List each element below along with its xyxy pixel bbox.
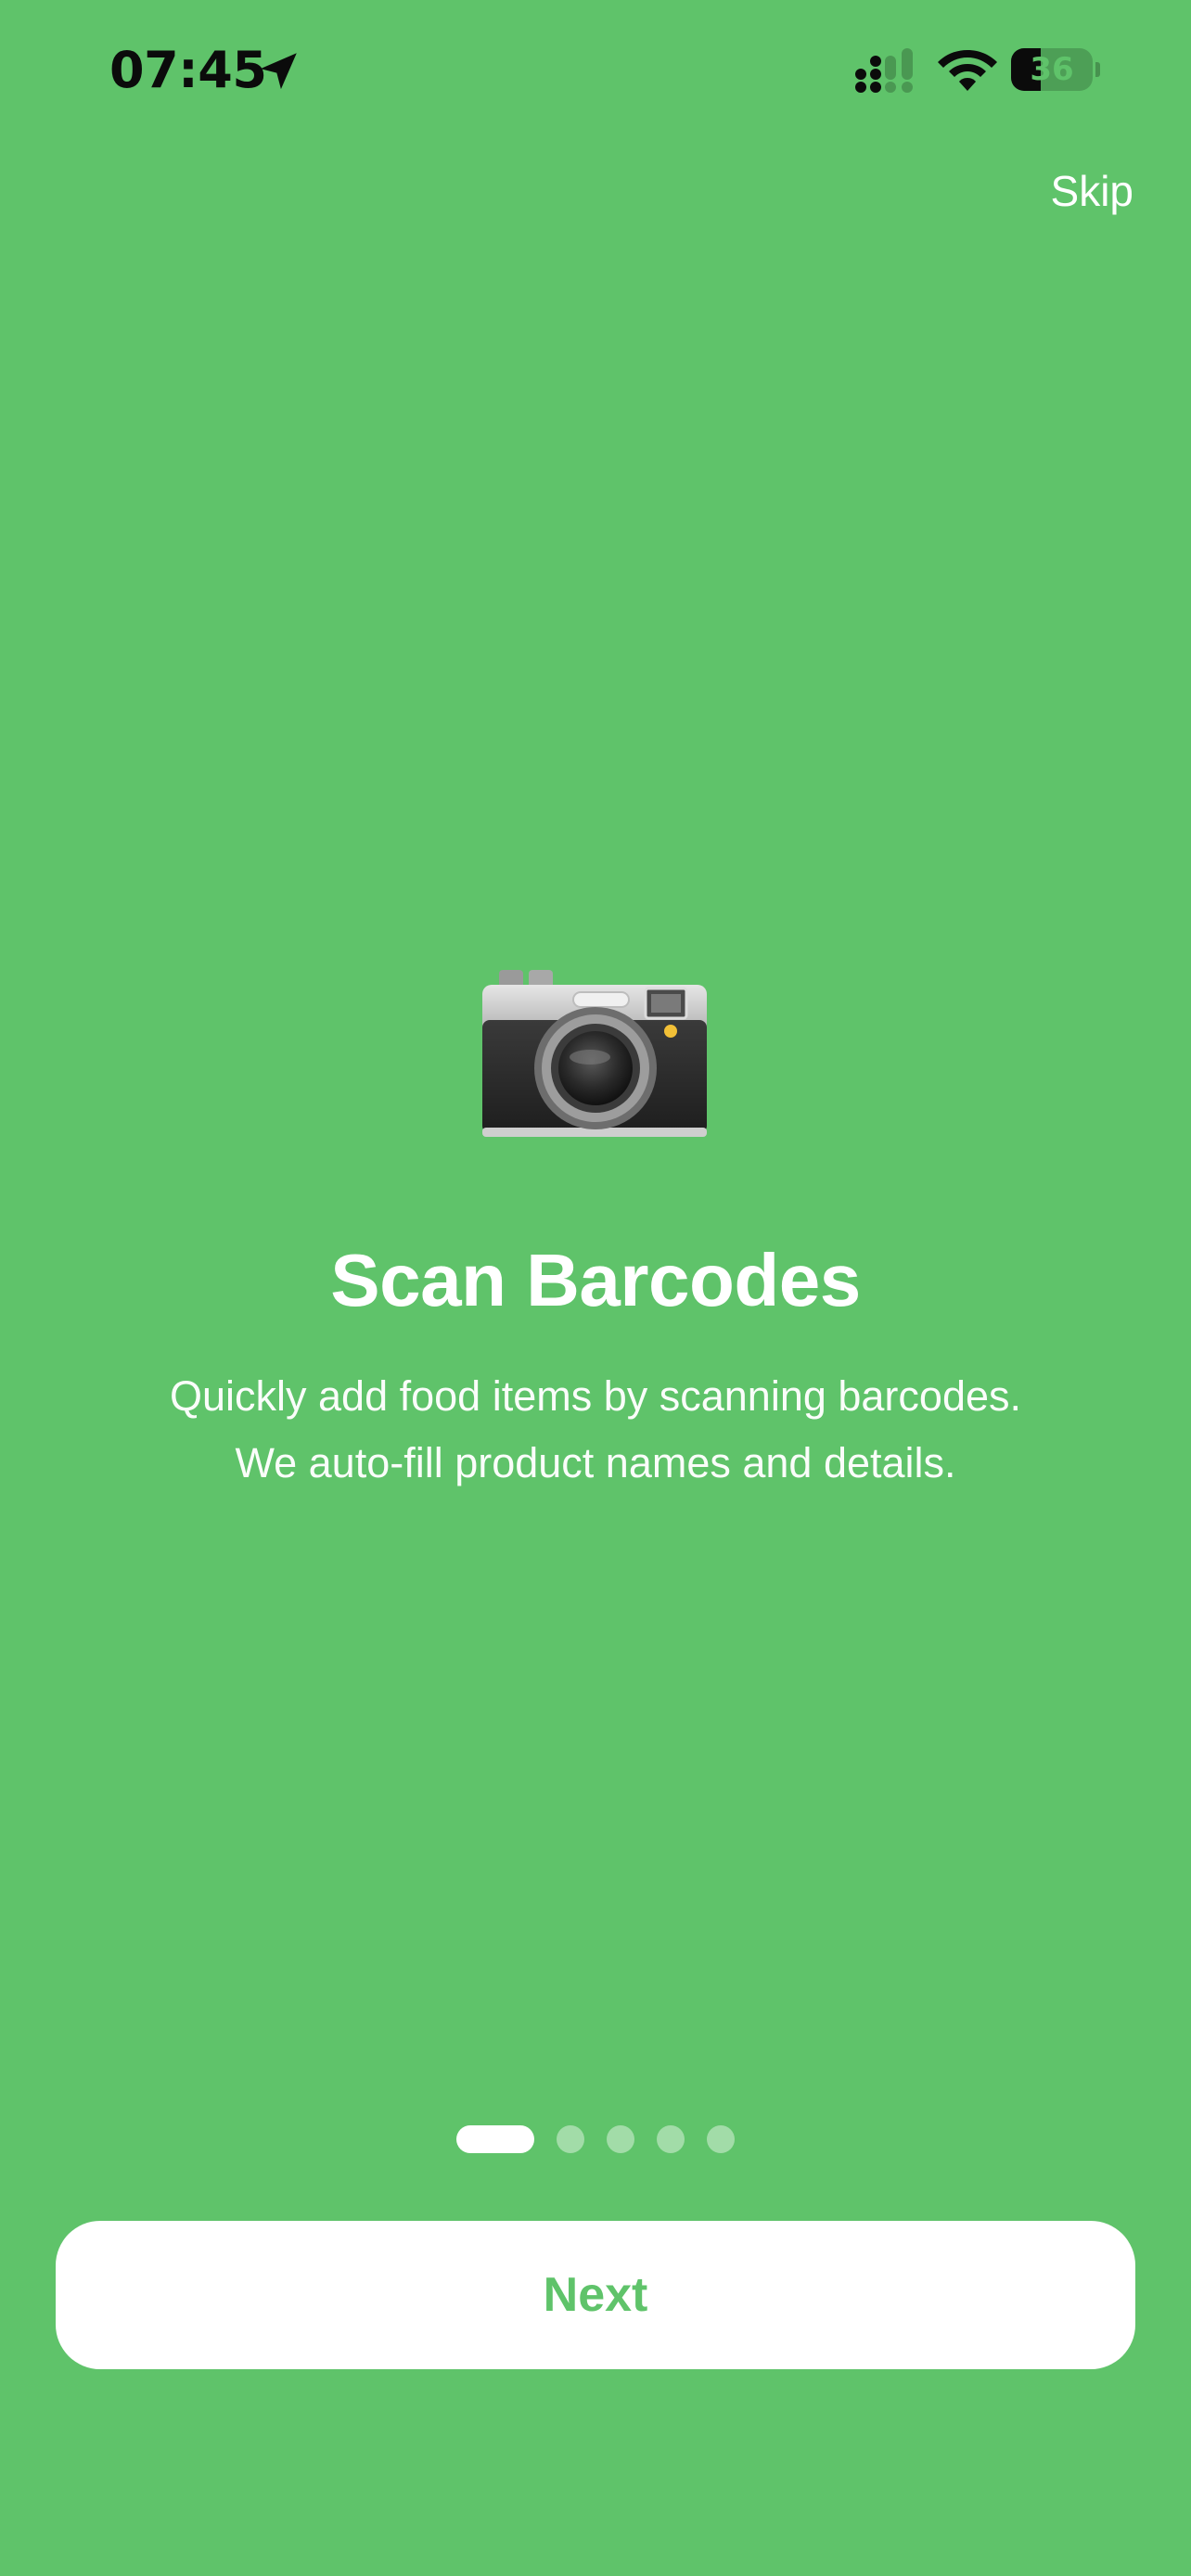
page-dot-active[interactable] [456,2125,534,2153]
slide-description-line: Quickly add food items by scanning barco… [170,1372,1021,1420]
status-bar: 07:45 36 [0,0,1191,139]
battery-body: 36 [1011,48,1093,91]
status-time: 07:45 [109,41,267,99]
page-indicator [0,2125,1191,2153]
onboarding-screen: 07:45 36 Skip Scan Barcodes Quickly add … [0,0,1191,2576]
cellular-signal-icon [855,48,913,93]
page-dot[interactable] [657,2125,685,2153]
page-dot[interactable] [557,2125,584,2153]
slide-description-line: We auto-fill product names and details. [235,1439,956,1486]
slide-description: Quickly add food items by scanning barco… [93,1363,1098,1497]
next-button[interactable]: Next [56,2221,1135,2369]
battery-icon: 36 [1011,48,1100,91]
page-dot[interactable] [707,2125,735,2153]
battery-tip [1095,62,1100,77]
location-arrow-icon [260,53,297,90]
battery-level: 36 [1030,51,1074,88]
skip-button[interactable]: Skip [1051,165,1133,217]
wifi-icon [938,50,997,91]
camera-icon [482,970,707,1137]
page-dot[interactable] [607,2125,634,2153]
slide-title: Scan Barcodes [330,1239,861,1321]
